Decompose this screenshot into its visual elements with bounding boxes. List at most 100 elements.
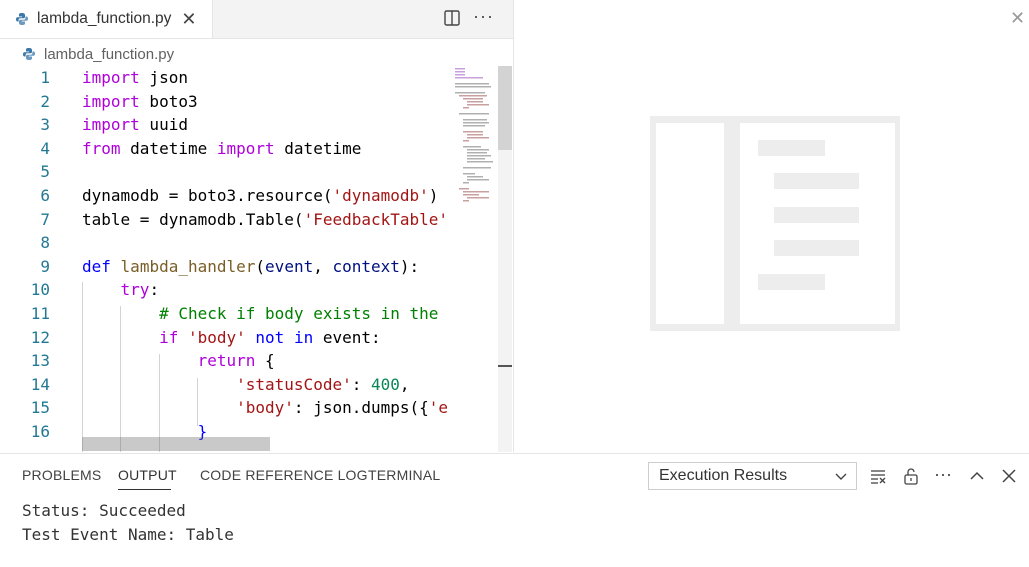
tab-code-reference-log[interactable]: CODE REFERENCE LOG [200,467,368,483]
code-text: import uuid [82,113,188,137]
output-channel-select[interactable]: Execution Results [648,462,857,490]
close-icon[interactable]: ✕ [181,10,196,28]
close-icon[interactable] [1000,467,1018,485]
editor-tab-bar: lambda_function.py ✕ ··· [0,0,513,39]
minimap[interactable] [448,66,498,452]
chevron-down-icon [835,473,847,480]
code-line[interactable]: 14 'statusCode': 400, [0,373,448,397]
active-tab-indicator [118,489,171,490]
code-token: event: [313,327,381,347]
code-editor[interactable]: 1 import json 2 import boto3 3 import uuid 4 fr… [0,66,448,452]
chevron-up-icon[interactable] [968,467,986,485]
code-line[interactable]: 7 table = dynamodb.Table('FeedbackTable' [0,208,448,232]
code-line[interactable]: 15 'body': json.dumps({'e [0,396,448,420]
code-token: uuid [139,115,188,135]
code-line[interactable]: 13 return { [0,349,448,373]
code-token: from [82,138,121,158]
code-token: ( [255,256,266,276]
code-text: 'body': json.dumps({'e [82,396,448,420]
code-token: not [255,327,285,347]
code-token: , [399,374,410,394]
code-token: 'statusCode' [236,374,352,394]
code-line[interactable]: 9 def lambda_handler(event, context): [0,255,448,279]
output-line: Status: Succeeded [22,501,186,520]
line-number: 5 [40,162,50,182]
line-number: 10 [30,280,50,300]
code-token: : [351,374,371,394]
code-token: json [139,68,188,87]
code-text: 'statusCode': 400, [82,373,410,397]
code-token: , [313,256,333,276]
tab-terminal[interactable]: TERMINAL [368,467,440,483]
code-line[interactable]: 2 import boto3 [0,90,448,114]
code-text: if 'body' not in event: [82,326,381,350]
code-line[interactable]: 3 import uuid [0,113,448,137]
code-token: datetime [120,138,217,158]
code-token: : json.dumps({ [293,398,429,418]
tab-output[interactable]: OUTPUT [118,467,177,483]
code-token: # Check if body exists in the [159,304,439,323]
code-token: try [120,280,150,300]
scrollbar-cursor-marker [498,365,512,367]
tab-problems[interactable]: PROBLEMS [22,467,101,483]
line-number: 14 [30,374,50,394]
code-token: dynamodb = boto3.resource( [82,186,333,205]
line-number: 11 [30,304,50,323]
bottom-panel: PROBLEMS OUTPUT CODE REFERENCE LOG TERMI… [0,453,1029,567]
code-token: in [293,327,314,347]
more-icon[interactable]: ··· [473,6,494,27]
horizontal-scrollbar[interactable] [82,437,270,451]
lock-icon[interactable] [902,467,920,485]
code-token: ) [428,186,439,205]
line-number: 4 [40,138,50,158]
line-number: 6 [40,186,50,205]
code-token: boto3 [139,91,198,111]
code-line[interactable]: 6 dynamodb = boto3.resource('dynamodb') [0,184,448,208]
editor-tab[interactable]: lambda_function.py ✕ [0,0,213,38]
breadcrumb[interactable]: lambda_function.py [0,43,480,65]
code-text: dynamodb = boto3.resource('dynamodb') [82,184,438,208]
more-icon[interactable]: ··· [934,464,952,485]
close-icon[interactable]: ✕ [1010,8,1025,29]
editor-group: lambda_function.py ✕ ··· lambda_function… [0,0,514,452]
line-number: 16 [30,422,50,441]
code-token: 400 [370,374,400,394]
code-token: return [197,351,256,371]
code-token: table = dynamodb.Table( [82,209,304,229]
clear-output-icon[interactable] [869,467,887,485]
code-line[interactable]: 4 from datetime import datetime [0,137,448,161]
code-line[interactable]: 10 try: [0,278,448,302]
code-text: def lambda_handler(event, context): [82,255,419,279]
output-console[interactable]: Status: Succeeded Test Event Name: Table [22,499,234,547]
code-token: 'dynamodb' [332,186,429,205]
code-token: 'e [428,398,448,418]
code-token: context [332,256,400,276]
code-line[interactable]: 5 [0,160,448,184]
code-line[interactable]: 11 # Check if body exists in the [0,302,448,326]
split-editor-icon[interactable] [443,9,461,27]
code-token: def [82,256,111,276]
code-token: import [82,115,140,135]
code-token: ): [399,256,420,276]
line-number: 2 [40,91,50,111]
vertical-scrollbar-thumb[interactable] [498,66,512,150]
tab-filename: lambda_function.py [37,10,172,27]
code-line[interactable]: 12 if 'body' not in event: [0,326,448,350]
code-token: : [149,280,160,300]
code-line[interactable]: 8 [0,231,448,255]
python-icon [23,48,35,60]
line-number: 8 [40,233,50,253]
code-text: return { [82,349,275,373]
code-token: import [82,91,140,111]
code-token: event [265,256,314,276]
code-token: import [82,68,140,87]
output-line: Test Event Name: Table [22,525,234,544]
line-number: 9 [40,256,50,276]
code-token: 'body' [187,327,246,347]
code-line[interactable]: 1 import json [0,66,448,90]
